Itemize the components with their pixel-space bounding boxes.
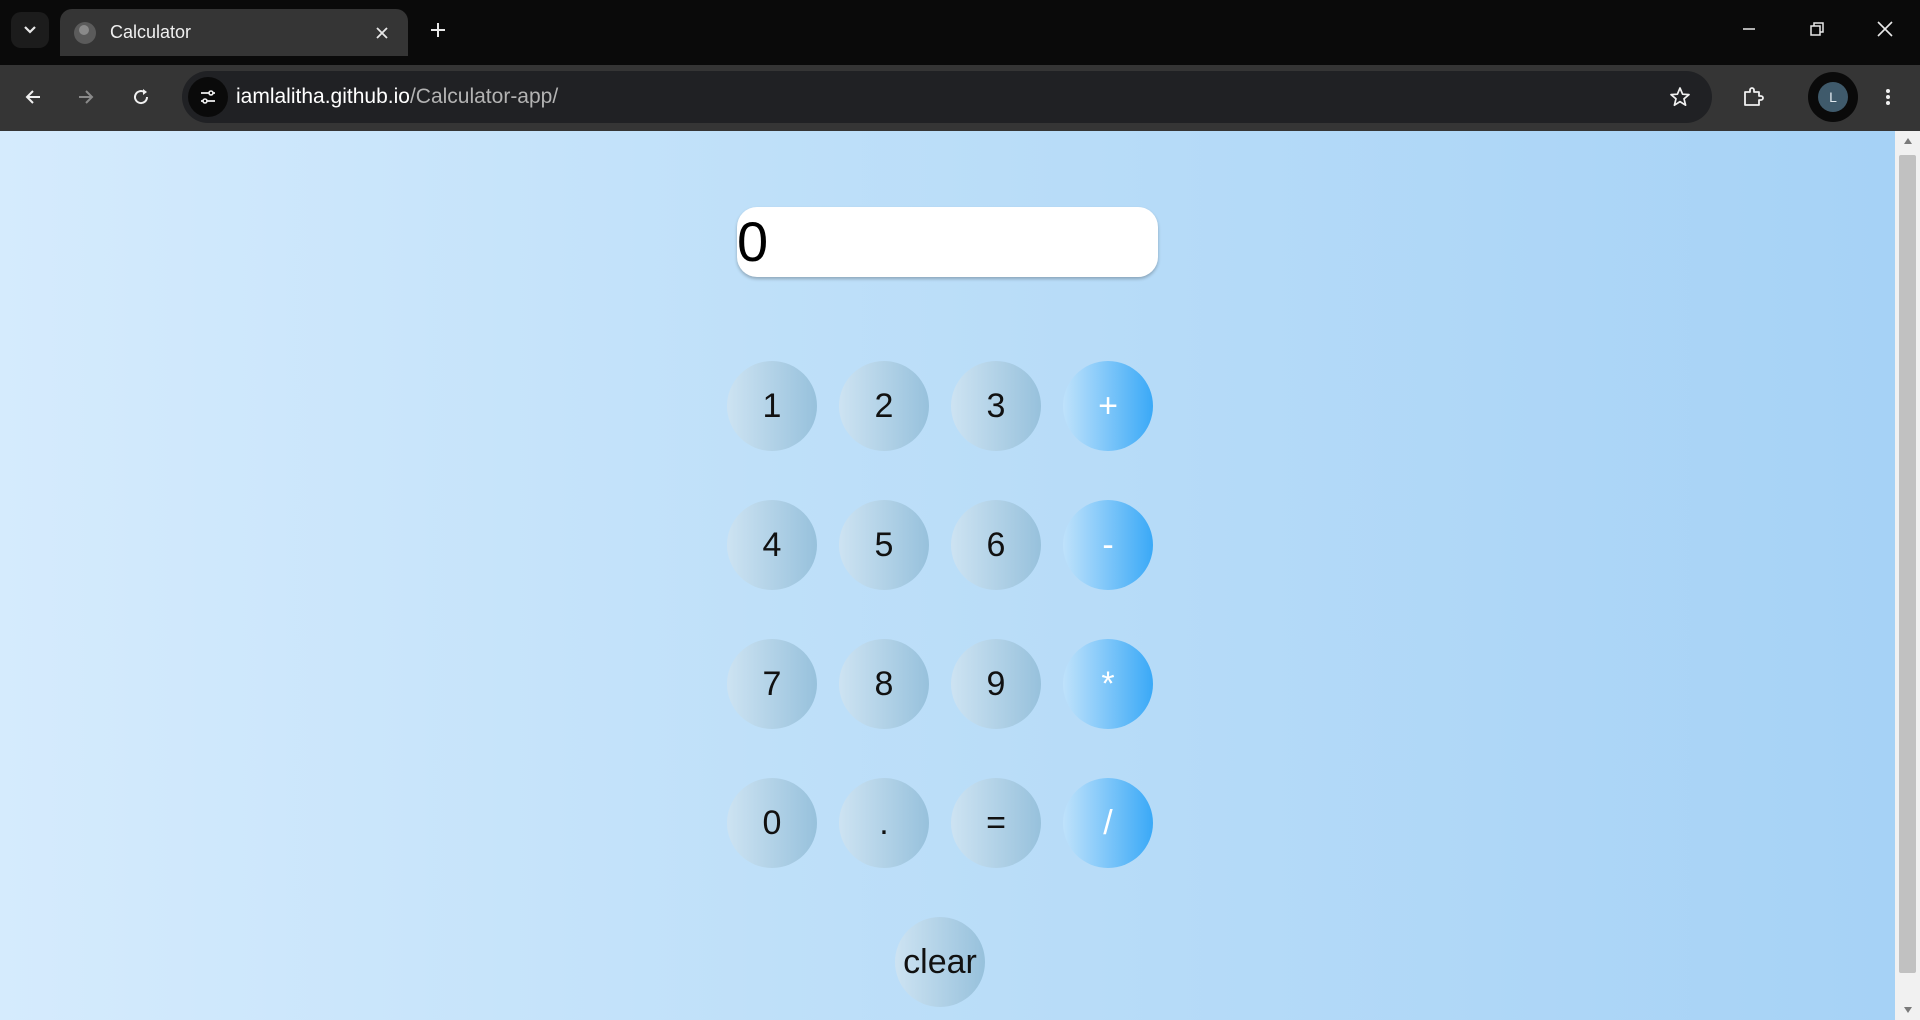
key-7[interactable]: 7 bbox=[727, 639, 817, 729]
minimize-icon bbox=[1743, 28, 1755, 30]
close-icon bbox=[376, 26, 388, 39]
close-icon bbox=[1877, 21, 1893, 37]
key-0[interactable]: 0 bbox=[727, 778, 817, 868]
calculator-display[interactable] bbox=[737, 207, 1158, 277]
vertical-scrollbar[interactable] bbox=[1895, 131, 1920, 1020]
key-5[interactable]: 5 bbox=[839, 500, 929, 590]
plus-icon bbox=[431, 23, 445, 37]
scrollbar-thumb[interactable] bbox=[1899, 155, 1916, 973]
tab-title: Calculator bbox=[110, 22, 192, 42]
page-viewport: 1 2 3 + 4 5 6 - 7 8 9 * 0 . = / clear bbox=[0, 131, 1895, 1020]
tab-close-button[interactable] bbox=[372, 23, 392, 43]
profile-button[interactable]: L bbox=[1808, 72, 1858, 122]
key-subtract[interactable]: - bbox=[1063, 500, 1153, 590]
bookmark-button[interactable] bbox=[1660, 77, 1700, 117]
globe-icon bbox=[74, 21, 96, 44]
browser-menu-button[interactable] bbox=[1868, 77, 1908, 117]
key-multiply[interactable]: * bbox=[1063, 639, 1153, 729]
key-6[interactable]: 6 bbox=[951, 500, 1041, 590]
scroll-down-button[interactable] bbox=[1895, 1000, 1920, 1020]
more-vert-icon bbox=[1886, 89, 1890, 105]
clear-button[interactable]: clear bbox=[895, 917, 985, 1007]
triangle-down-icon bbox=[1903, 1007, 1912, 1013]
forward-button[interactable] bbox=[66, 77, 106, 117]
scroll-up-button[interactable] bbox=[1895, 131, 1920, 151]
key-9[interactable]: 9 bbox=[951, 639, 1041, 729]
browser-toolbar: iamlalitha.github.io/Calculator-app/ L bbox=[0, 65, 1920, 131]
key-divide[interactable]: / bbox=[1063, 778, 1153, 868]
triangle-up-icon bbox=[1903, 138, 1912, 144]
key-3[interactable]: 3 bbox=[951, 361, 1041, 451]
key-2[interactable]: 2 bbox=[839, 361, 929, 451]
url-path: /Calculator-app/ bbox=[409, 85, 559, 108]
reload-button[interactable] bbox=[121, 77, 161, 117]
tab-search-button[interactable] bbox=[11, 12, 49, 48]
key-4[interactable]: 4 bbox=[727, 500, 817, 590]
tune-icon bbox=[201, 90, 215, 104]
key-8[interactable]: 8 bbox=[839, 639, 929, 729]
key-equals[interactable]: = bbox=[951, 778, 1041, 868]
avatar: L bbox=[1818, 82, 1848, 112]
key-1[interactable]: 1 bbox=[727, 361, 817, 451]
address-bar[interactable]: iamlalitha.github.io/Calculator-app/ bbox=[182, 71, 1712, 123]
restore-button[interactable] bbox=[1783, 0, 1851, 58]
browser-tab-active[interactable]: Calculator bbox=[60, 9, 408, 56]
close-window-button[interactable] bbox=[1851, 0, 1919, 58]
browser-titlebar: Calculator bbox=[0, 0, 1920, 65]
minimize-button[interactable] bbox=[1715, 0, 1783, 58]
url-host: iamlalitha.github.io bbox=[236, 85, 410, 108]
star-icon bbox=[1670, 87, 1690, 107]
url-text[interactable]: iamlalitha.github.io/Calculator-app/ bbox=[236, 71, 558, 123]
restore-icon bbox=[1810, 22, 1824, 36]
key-decimal[interactable]: . bbox=[839, 778, 929, 868]
extensions-button[interactable] bbox=[1733, 77, 1773, 117]
arrow-left-icon bbox=[25, 90, 40, 104]
site-info-button[interactable] bbox=[188, 77, 228, 117]
chevron-down-icon bbox=[24, 26, 36, 34]
puzzle-icon bbox=[1744, 87, 1764, 106]
key-add[interactable]: + bbox=[1063, 361, 1153, 451]
reload-icon bbox=[134, 89, 149, 105]
new-tab-button[interactable] bbox=[418, 12, 458, 48]
arrow-right-icon bbox=[79, 90, 94, 104]
back-button[interactable] bbox=[13, 77, 53, 117]
